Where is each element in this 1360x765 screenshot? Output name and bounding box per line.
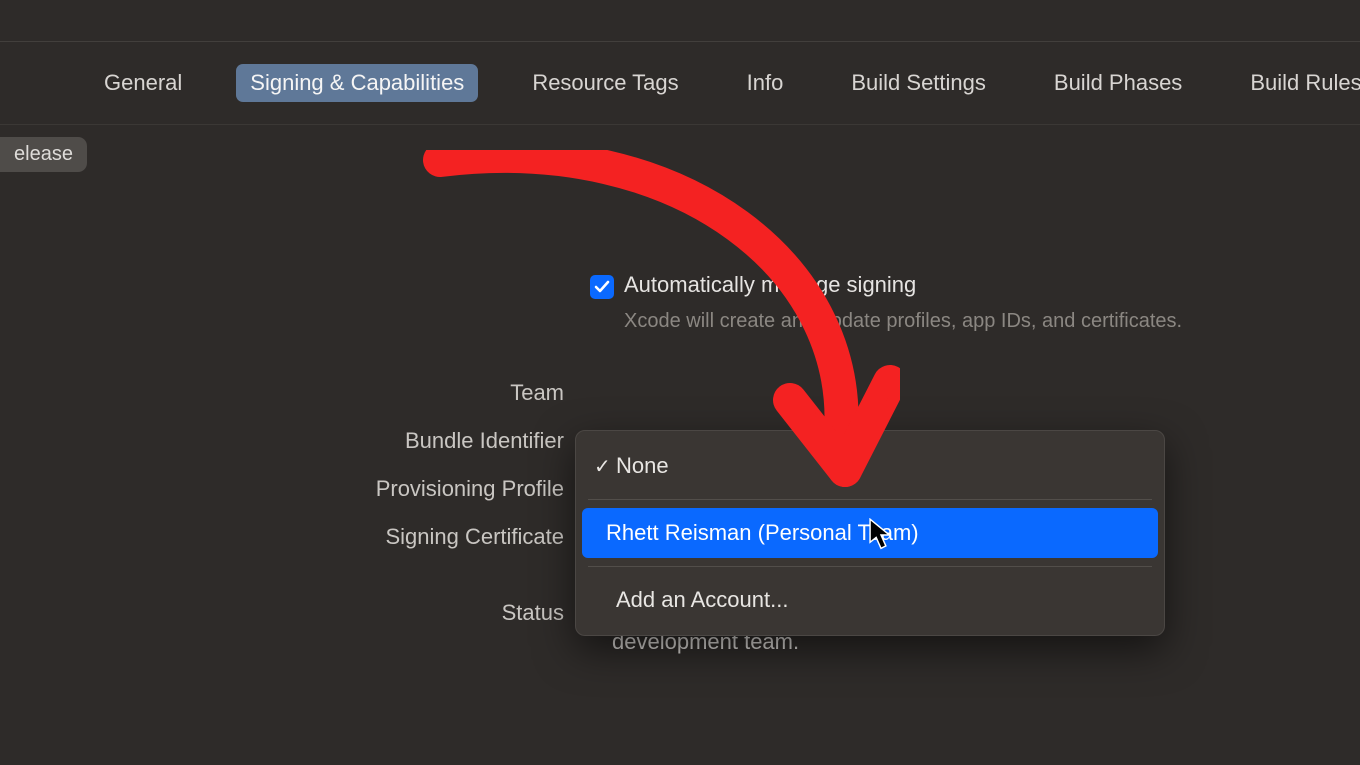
team-option-none-label: None (616, 453, 669, 479)
tab-general[interactable]: General (90, 64, 196, 102)
team-option-personal-team[interactable]: Rhett Reisman (Personal Team) (582, 508, 1158, 558)
tab-build-settings[interactable]: Build Settings (837, 64, 1000, 102)
tab-info[interactable]: Info (733, 64, 798, 102)
provisioning-profile-label: Provisioning Profile (0, 472, 580, 502)
team-label: Team (0, 376, 580, 406)
status-label: Status (0, 596, 580, 626)
auto-manage-signing-checkbox[interactable] (590, 275, 614, 299)
team-option-personal-team-label: Rhett Reisman (Personal Team) (606, 520, 919, 546)
dropdown-separator (588, 566, 1152, 567)
subtab-release[interactable]: elease (0, 137, 87, 172)
editor-tab-bar: General Signing & Capabilities Resource … (0, 42, 1360, 125)
team-option-none[interactable]: ✓ None (576, 441, 1164, 491)
bundle-identifier-label: Bundle Identifier (0, 424, 580, 454)
team-option-add-account[interactable]: Add an Account... (576, 575, 1164, 625)
signing-certificate-label: Signing Certificate (0, 520, 580, 550)
tab-signing-capabilities[interactable]: Signing & Capabilities (236, 64, 478, 102)
window-top-spacer (0, 0, 1360, 42)
auto-manage-signing-description: Xcode will create and update profiles, a… (624, 307, 1184, 336)
tab-resource-tags[interactable]: Resource Tags (518, 64, 692, 102)
checkmark-icon: ✓ (594, 454, 616, 479)
team-dropdown-menu: ✓ None Rhett Reisman (Personal Team) Add… (575, 430, 1165, 636)
dropdown-separator (588, 499, 1152, 500)
tab-build-rules[interactable]: Build Rules (1236, 64, 1360, 102)
team-option-add-account-label: Add an Account... (616, 587, 788, 613)
checkmark-icon (594, 279, 610, 295)
config-subtab-row: elease (0, 125, 1360, 172)
auto-manage-signing-label: Automatically manage signing (624, 272, 916, 298)
tab-build-phases[interactable]: Build Phases (1040, 64, 1196, 102)
